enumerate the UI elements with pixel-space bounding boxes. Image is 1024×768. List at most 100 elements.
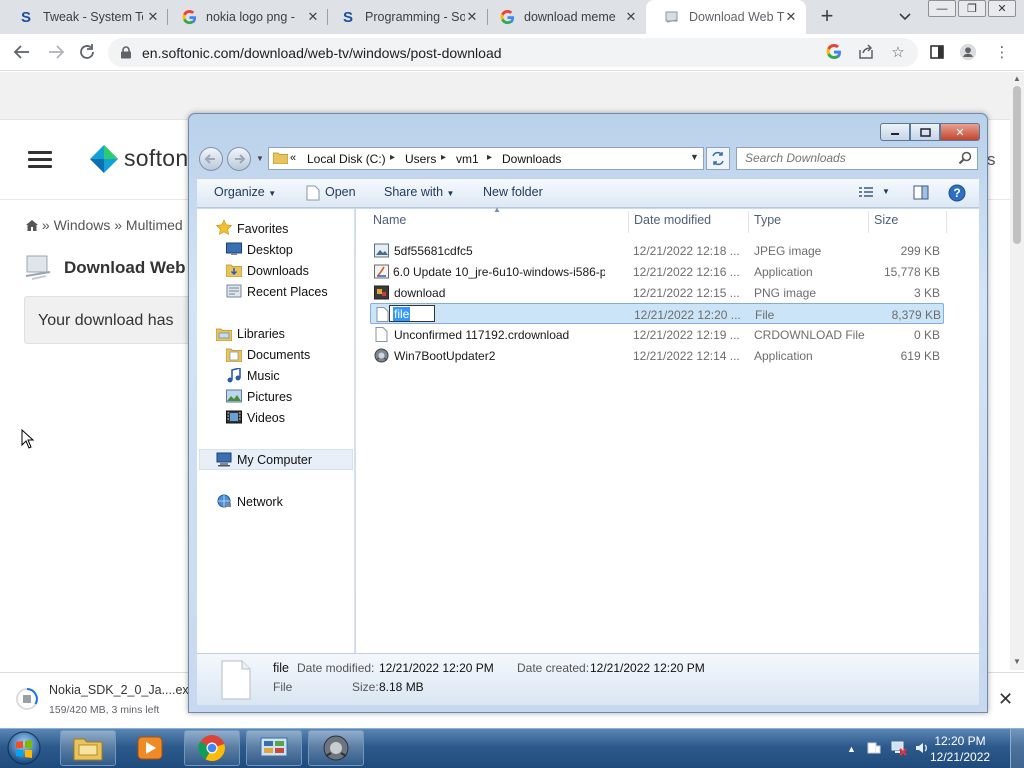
column-divider[interactable]	[868, 211, 869, 233]
recent-pages-arrow-icon[interactable]: ▼	[256, 154, 264, 163]
column-divider[interactable]	[628, 211, 629, 233]
volume-icon[interactable]	[914, 740, 930, 758]
open-button[interactable]: Open	[325, 185, 356, 199]
file-row[interactable]: download 12/21/2022 12:15 ... PNG image …	[370, 282, 944, 303]
rename-selected-text[interactable]: file	[393, 307, 411, 321]
close-icon[interactable]: ✕	[306, 10, 320, 24]
header-link-text[interactable]: s	[987, 150, 996, 170]
close-icon[interactable]: ✕	[784, 10, 798, 24]
scrollbar-thumb[interactable]	[1013, 86, 1021, 244]
column-divider[interactable]	[946, 211, 947, 233]
column-header-type[interactable]: Type	[754, 213, 781, 227]
file-row[interactable]: 5df55681cdfc5 12/21/2022 12:18 ... JPEG …	[370, 240, 944, 261]
maximize-icon[interactable]	[910, 123, 940, 141]
tab-download-meme[interactable]: download meme ✕	[481, 0, 646, 34]
reload-icon[interactable]	[77, 42, 97, 62]
help-icon[interactable]: ?	[948, 184, 966, 202]
nav-videos[interactable]: Videos	[247, 411, 285, 425]
file-row[interactable]: Unconfirmed 117192.crdownload 12/21/2022…	[370, 324, 944, 345]
nav-desktop[interactable]: Desktop	[247, 243, 293, 257]
home-icon[interactable]	[26, 217, 42, 233]
taskbar-control-panel-icon[interactable]	[246, 730, 302, 766]
preview-pane-icon[interactable]	[913, 185, 929, 201]
close-icon[interactable]: ✕	[998, 689, 1013, 710]
close-icon[interactable]: ✕	[624, 10, 638, 24]
address-segment-local-disk[interactable]: Local Disk (C:)	[307, 152, 386, 166]
url-text[interactable]: en.softonic.com/download/web-tv/windows/…	[142, 45, 502, 61]
share-with-button[interactable]: Share with ▼	[384, 185, 454, 199]
minimize-icon[interactable]: —	[928, 0, 956, 17]
tab-programming[interactable]: S Programming - So ✕	[322, 0, 487, 34]
column-header-size[interactable]: Size	[874, 213, 898, 227]
side-panel-icon[interactable]	[928, 43, 946, 61]
chevron-right-icon[interactable]: ▸	[441, 152, 446, 163]
action-center-icon[interactable]	[866, 740, 882, 758]
forward-arrow-icon[interactable]	[46, 42, 66, 62]
organize-button[interactable]: Organize ▼	[214, 185, 276, 199]
nav-documents[interactable]: Documents	[247, 348, 310, 362]
address-history-arrow-icon[interactable]: ▼	[690, 152, 699, 162]
network-disconnected-icon[interactable]	[890, 740, 908, 758]
start-button-icon[interactable]	[4, 730, 44, 766]
close-icon[interactable]: ✕	[940, 123, 980, 141]
back-arrow-icon[interactable]	[12, 42, 32, 62]
restore-icon[interactable]: ❐	[958, 0, 986, 17]
chevron-right-icon[interactable]: ▸	[487, 152, 492, 163]
close-icon[interactable]: ✕	[988, 0, 1016, 17]
minimize-icon[interactable]	[880, 123, 910, 141]
profile-avatar-icon[interactable]	[959, 43, 977, 61]
tab-nokia-logo[interactable]: nokia logo png - ✕	[163, 0, 328, 34]
taskbar-media-player-icon[interactable]	[122, 730, 178, 766]
nav-network[interactable]: Network	[237, 495, 283, 509]
file-row-selected[interactable]: 12/21/2022 12:20 ... File 8,379 KB	[370, 303, 944, 324]
breadcrumb-text[interactable]: » Windows » Multimed	[42, 217, 183, 233]
page-scrollbar[interactable]	[1010, 72, 1024, 670]
new-tab-icon[interactable]: +	[816, 4, 838, 30]
close-icon[interactable]: ✕	[465, 10, 479, 24]
softonic-logo-icon[interactable]	[89, 144, 119, 174]
search-icon[interactable]	[958, 151, 972, 165]
tray-expand-arrow-icon[interactable]: ▲	[847, 744, 856, 762]
address-overflow[interactable]: «	[290, 152, 296, 164]
chevron-down-icon[interactable]	[896, 6, 914, 26]
system-clock[interactable]: 12:20 PM 12/21/2022	[930, 733, 990, 765]
star-icon[interactable]: ☆	[889, 43, 907, 61]
search-downloads-field[interactable]	[736, 147, 978, 170]
exe-file-icon[interactable]	[16, 688, 38, 710]
tab-tweak[interactable]: S Tweak - System To ✕	[0, 0, 168, 34]
taskbar-explorer-icon[interactable]	[60, 730, 116, 766]
nav-libraries[interactable]: Libraries	[237, 327, 285, 341]
refresh-icon[interactable]	[706, 147, 730, 170]
google-translate-icon[interactable]	[825, 43, 843, 61]
column-header-name[interactable]: Name	[373, 213, 406, 227]
chevron-down-icon[interactable]: ▼	[882, 187, 890, 196]
address-segment-vm1[interactable]: vm1	[456, 152, 479, 166]
address-segment-downloads[interactable]: Downloads	[502, 152, 561, 166]
hamburger-menu-icon[interactable]	[28, 151, 52, 169]
file-row[interactable]: 6.0 Update 10_jre-6u10-windows-i586-p 12…	[370, 261, 944, 282]
view-options-icon[interactable]	[858, 186, 874, 202]
column-divider[interactable]	[748, 211, 749, 233]
share-icon[interactable]	[857, 43, 875, 61]
file-row[interactable]: Win7BootUpdater2 12/21/2022 12:14 ... Ap…	[370, 345, 944, 366]
address-segment-users[interactable]: Users	[405, 152, 436, 166]
column-header-date[interactable]: Date modified	[634, 213, 711, 227]
nav-pictures[interactable]: Pictures	[247, 390, 292, 404]
nav-recent-places[interactable]: Recent Places	[247, 285, 328, 299]
download-file-name[interactable]: Nokia_SDK_2_0_Ja....exe	[49, 683, 196, 697]
nav-favorites[interactable]: Favorites	[237, 222, 288, 236]
kebab-menu-icon[interactable]: ⋮	[993, 43, 1011, 61]
close-icon[interactable]: ✕	[146, 10, 160, 24]
show-desktop-button[interactable]	[1010, 729, 1024, 768]
search-input[interactable]	[745, 151, 955, 165]
taskbar-chrome-icon[interactable]	[184, 730, 240, 766]
new-folder-button[interactable]: New folder	[483, 185, 543, 199]
taskbar-boot-updater-icon[interactable]	[308, 730, 364, 766]
nav-my-computer[interactable]: My Computer	[237, 453, 312, 467]
chevron-right-icon[interactable]: ▸	[390, 152, 395, 163]
tab-download-web-tv[interactable]: Download Web T ✕	[646, 0, 806, 34]
nav-downloads[interactable]: Downloads	[247, 264, 309, 278]
scroll-up-arrow-icon[interactable]: ▲	[1013, 74, 1021, 83]
nav-music[interactable]: Music	[247, 369, 280, 383]
scroll-down-arrow-icon[interactable]: ▼	[1013, 657, 1021, 666]
